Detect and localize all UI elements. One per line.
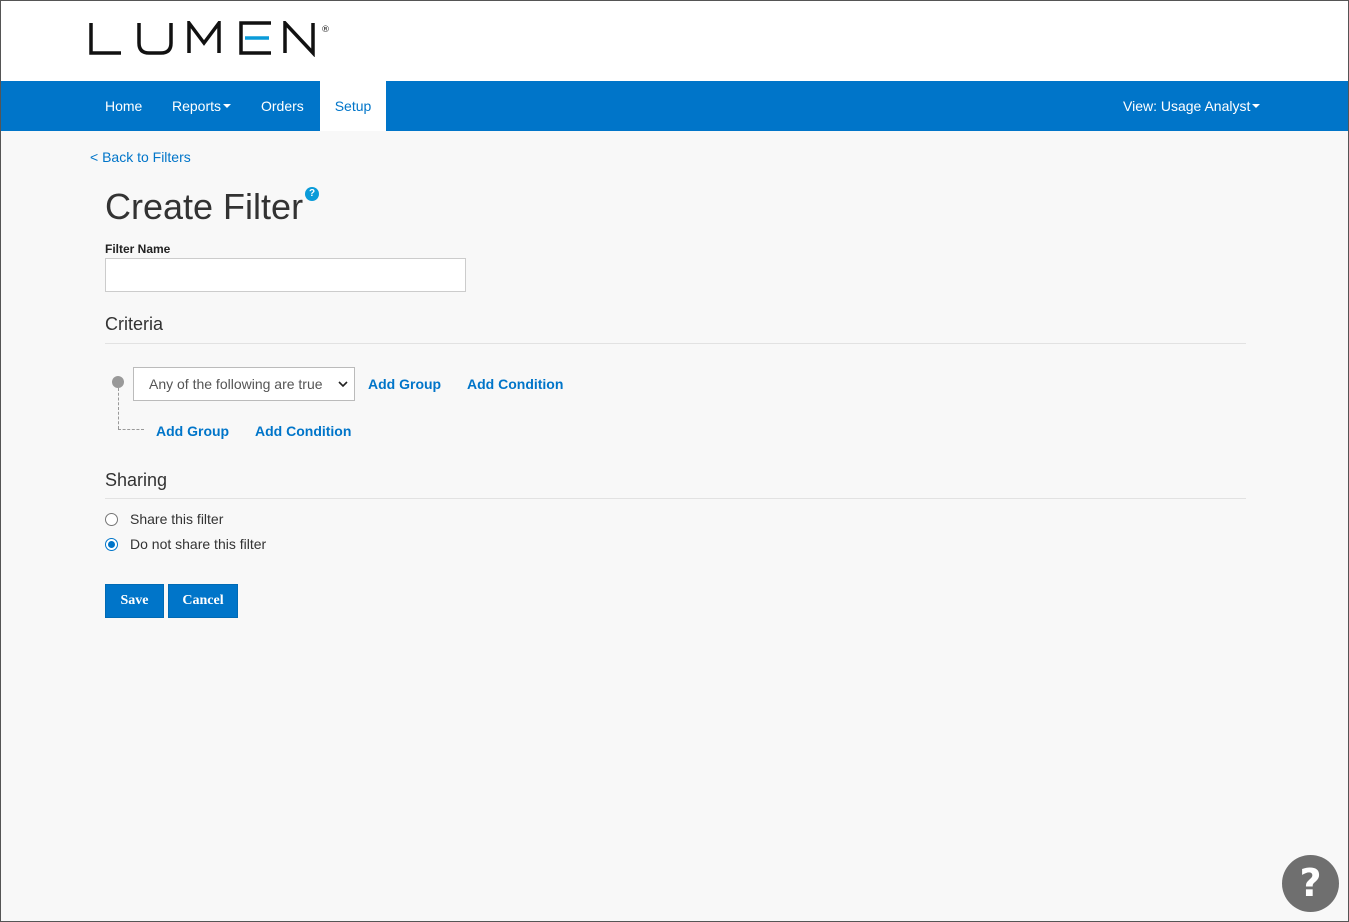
help-fab-icon[interactable]: ? (1282, 855, 1339, 912)
share-filter-radio[interactable] (105, 512, 118, 526)
add-group-button[interactable]: Add Group (368, 376, 441, 392)
view-selector-label: View: Usage Analyst (1123, 98, 1251, 114)
tree-connector (118, 429, 144, 430)
criteria-match-value: Any of the following are true (149, 376, 323, 392)
criteria-divider (105, 343, 1246, 344)
nav-setup[interactable]: Setup (320, 81, 386, 131)
sharing-heading: Sharing (105, 470, 168, 490)
header: ® (1, 1, 1348, 81)
lumen-logo[interactable]: ® (89, 21, 330, 61)
tree-node-icon (112, 376, 124, 388)
share-filter-label: Share this filter (130, 511, 224, 527)
filter-name-input[interactable] (105, 258, 466, 292)
sub-add-condition-button[interactable]: Add Condition (255, 423, 351, 439)
save-button[interactable]: Save (105, 584, 164, 618)
help-icon[interactable]: ? (305, 187, 319, 201)
nav-home[interactable]: Home (105, 81, 142, 131)
do-not-share-radio[interactable] (105, 537, 118, 551)
registered-mark: ® (321, 25, 330, 35)
share-filter-option[interactable]: Share this filter (105, 511, 223, 527)
do-not-share-label: Do not share this filter (130, 536, 267, 552)
sharing-divider (105, 498, 1246, 499)
main-navbar: Home Reports Orders Setup View: Usage An… (1, 81, 1348, 131)
nav-reports-label: Reports (172, 98, 222, 114)
lumen-logo-wordmark (89, 21, 315, 57)
view-selector[interactable]: View: Usage Analyst (1123, 81, 1261, 131)
chevron-down-icon (338, 381, 348, 388)
cancel-button[interactable]: Cancel (168, 584, 238, 618)
nav-reports[interactable]: Reports (172, 81, 232, 131)
criteria-heading: Criteria (105, 314, 164, 334)
caret-down-icon (1252, 104, 1261, 109)
criteria-match-select[interactable]: Any of the following are true (133, 367, 355, 401)
filter-name-label: Filter Name (105, 242, 171, 256)
back-to-filters-link[interactable]: < Back to Filters (90, 149, 191, 165)
caret-down-icon (223, 104, 232, 109)
tree-connector (118, 388, 119, 429)
sub-add-group-button[interactable]: Add Group (156, 423, 229, 439)
do-not-share-option[interactable]: Do not share this filter (105, 536, 266, 552)
add-condition-button[interactable]: Add Condition (467, 376, 563, 392)
nav-orders[interactable]: Orders (261, 81, 304, 131)
page-title: Create Filter (105, 186, 304, 227)
